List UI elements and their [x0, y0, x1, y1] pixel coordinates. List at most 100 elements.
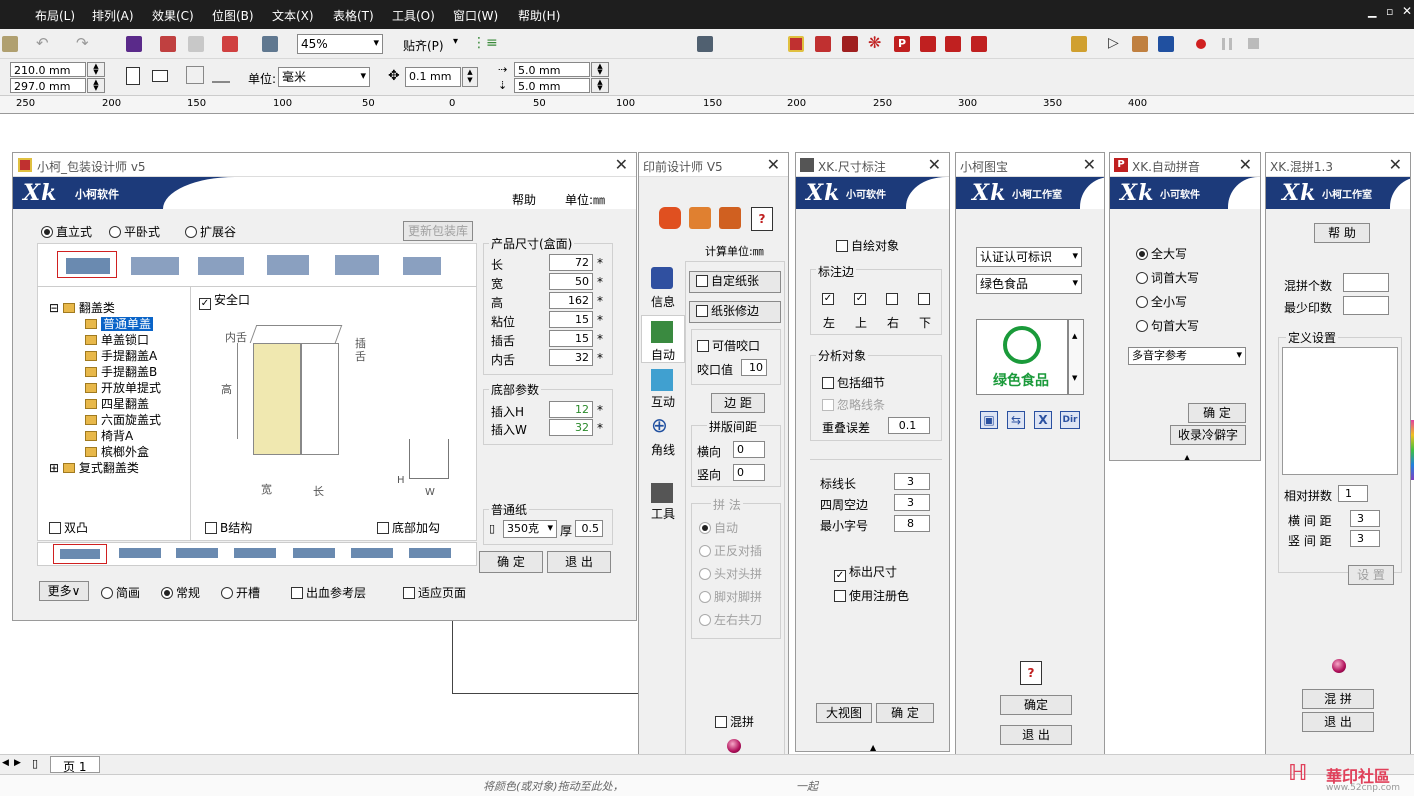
bottom-hook-checkbox[interactable]: 底部加勾: [377, 519, 440, 536]
insert-tongue-input[interactable]: 15: [549, 330, 593, 347]
quit-button[interactable]: 退 出: [1000, 725, 1072, 745]
fold-type-6-icon[interactable]: [351, 548, 393, 558]
macro-icon[interactable]: [1071, 36, 1087, 52]
tree-root[interactable]: ⊟ 翻盖类: [49, 299, 115, 316]
margin-input[interactable]: 3: [894, 494, 930, 511]
overlap-input[interactable]: 0.1: [888, 417, 930, 434]
dup-y-spinner[interactable]: ▲ ▼: [591, 78, 609, 93]
update-library-button[interactable]: 更新包装库: [403, 221, 473, 241]
fullscreen-icon[interactable]: [262, 36, 278, 52]
method-auto-radio[interactable]: 自动: [699, 519, 738, 536]
h-gap-input[interactable]: 3: [1350, 510, 1380, 527]
paste-icon[interactable]: [2, 36, 18, 52]
min-print-input[interactable]: [1343, 296, 1389, 315]
plugin-4-icon[interactable]: ❋: [868, 33, 881, 52]
box-type-selected[interactable]: [57, 251, 117, 278]
tab-info[interactable]: 信息: [651, 293, 675, 310]
insert-h-input[interactable]: 12: [549, 401, 593, 418]
close-icon[interactable]: ✕: [928, 155, 941, 174]
width-spinner[interactable]: ▲ ▼: [87, 62, 105, 77]
line-length-input[interactable]: 3: [894, 473, 930, 490]
help-doc-icon[interactable]: ?: [1020, 661, 1042, 685]
self-draw-checkbox[interactable]: 自绘对象: [836, 237, 899, 254]
quit-button[interactable]: 退 出: [1302, 712, 1374, 732]
tab-tools[interactable]: 工具: [651, 505, 675, 522]
redo-icon[interactable]: ↷: [76, 34, 89, 52]
category-select[interactable]: 认证认可标识: [976, 247, 1082, 267]
more-button[interactable]: 更多∨: [39, 581, 89, 601]
bite-checkbox[interactable]: 可借咬口: [697, 337, 760, 354]
plugin-p-icon[interactable]: P: [894, 36, 910, 52]
menu-tools[interactable]: 工具(O): [392, 7, 435, 24]
dir-button[interactable]: Dir: [1060, 411, 1080, 429]
big-view-button[interactable]: 大视图: [816, 703, 872, 723]
tree-root-2[interactable]: ⊞ 复式翻盖类: [49, 459, 139, 476]
nudge-spinner[interactable]: ▲ ▼: [462, 67, 478, 87]
tree-item[interactable]: 六面旋盖式: [85, 411, 161, 428]
gap-v-input[interactable]: 0: [733, 464, 765, 481]
edge-bottom-checkbox[interactable]: [918, 293, 930, 305]
ok-button[interactable]: 确 定: [876, 703, 934, 723]
help-link[interactable]: 帮助: [512, 191, 536, 208]
dup-x-spinner[interactable]: ▲ ▼: [591, 62, 609, 77]
restore-icon[interactable]: ▫: [1386, 5, 1393, 18]
set-button[interactable]: 设 置: [1348, 565, 1394, 585]
ignore-lines-checkbox[interactable]: 忽略线条: [822, 396, 885, 413]
landscape-icon[interactable]: [152, 70, 168, 82]
method-shared-cut-radio[interactable]: 左右共刀: [699, 611, 762, 628]
plugin-5-icon[interactable]: [920, 36, 936, 52]
menu-bitmap[interactable]: 位图(B): [212, 7, 254, 24]
close-icon[interactable]: ✕: [1402, 4, 1412, 18]
duplicate-x-input[interactable]: 5.0 mm: [514, 62, 590, 77]
all-lower-radio[interactable]: 全小写: [1136, 293, 1187, 310]
publish-icon[interactable]: [188, 36, 204, 52]
box-type-6-icon[interactable]: [403, 257, 441, 275]
menu-text[interactable]: 文本(X): [272, 7, 314, 24]
tools-icon[interactable]: [651, 483, 673, 503]
thickness-input[interactable]: 0.5: [575, 520, 603, 537]
fold-type-2-icon[interactable]: [119, 548, 161, 558]
play-icon[interactable]: ▷: [1108, 35, 1119, 51]
info-icon[interactable]: [651, 267, 673, 289]
ok-button[interactable]: 确 定: [1188, 403, 1246, 423]
import-icon[interactable]: [126, 36, 142, 52]
draw-slot-radio[interactable]: 开槽: [221, 584, 260, 601]
debug-icon[interactable]: [1158, 36, 1174, 52]
inner-tongue-input[interactable]: 32: [549, 349, 593, 366]
custom-paper-checkbox[interactable]: 自定纸张: [689, 271, 781, 293]
mix-count-input[interactable]: [1343, 273, 1389, 292]
current-page-icon[interactable]: [212, 69, 230, 83]
item-select[interactable]: 绿色食品: [976, 274, 1082, 294]
plugin-2-icon[interactable]: [815, 36, 831, 52]
duplicate-y-input[interactable]: 5.0 mm: [514, 78, 590, 93]
interact-icon[interactable]: [651, 369, 673, 391]
add-page-icon[interactable]: ▯: [32, 757, 38, 770]
bleed-layer-checkbox[interactable]: 出血参考层: [291, 584, 366, 601]
mode-flat[interactable]: 平卧式: [109, 223, 160, 240]
stop-icon[interactable]: [1248, 38, 1259, 49]
unit-select[interactable]: 毫米: [278, 67, 370, 87]
glue-input[interactable]: 15: [549, 311, 593, 328]
draw-simple-radio[interactable]: 简画: [101, 584, 140, 601]
next-page-icon[interactable]: ▶: [14, 758, 21, 768]
box-type-4-icon[interactable]: [267, 255, 309, 275]
tool-1-icon[interactable]: [659, 207, 681, 229]
all-upper-radio[interactable]: 全大写: [1136, 245, 1187, 262]
fold-type-3-icon[interactable]: [176, 548, 218, 558]
tab-corner[interactable]: 角线: [651, 441, 675, 458]
ok-button[interactable]: 确定: [1000, 695, 1072, 715]
scroll-up-icon[interactable]: ▲: [1072, 332, 1077, 340]
mix-checkbox[interactable]: 混拼: [715, 713, 754, 730]
mode-upright[interactable]: 直立式: [41, 223, 92, 240]
undo-icon[interactable]: ↶: [36, 34, 49, 52]
window-icon[interactable]: [697, 36, 713, 52]
collapse-arrow-icon[interactable]: ▲: [1184, 453, 1190, 460]
tree-item[interactable]: 四星翻盖: [85, 395, 149, 412]
rare-char-button[interactable]: 收录冷僻字: [1170, 425, 1246, 445]
close-icon[interactable]: ✕: [615, 155, 628, 174]
menu-layout[interactable]: 布局(L): [35, 7, 75, 24]
snap-menu[interactable]: 贴齐(P): [403, 37, 444, 54]
height-spinner[interactable]: ▲ ▼: [87, 78, 105, 93]
help-doc-icon[interactable]: ?: [751, 207, 773, 231]
icon-preview[interactable]: 绿色食品: [976, 319, 1068, 395]
